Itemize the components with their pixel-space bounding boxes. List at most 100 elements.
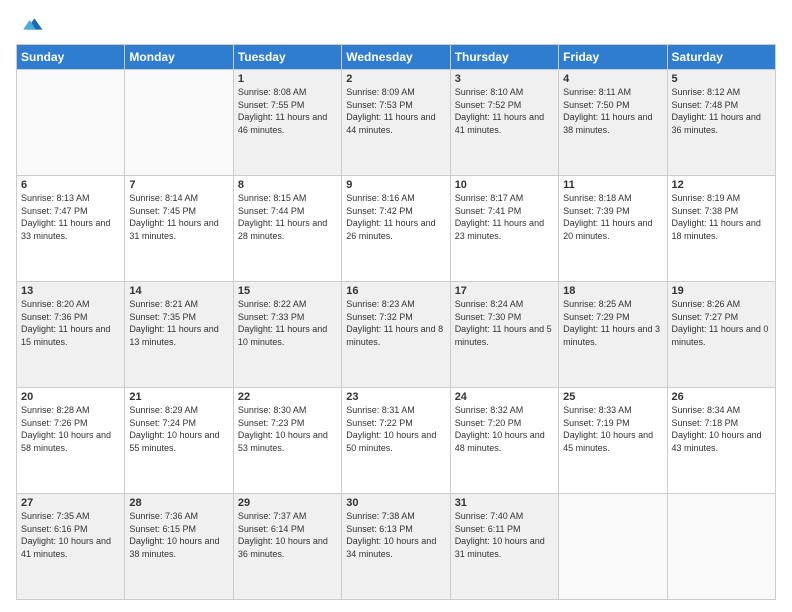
calendar-cell: 16Sunrise: 8:23 AM Sunset: 7:32 PM Dayli… [342, 282, 450, 388]
day-info: Sunrise: 8:19 AM Sunset: 7:38 PM Dayligh… [672, 192, 771, 242]
day-info: Sunrise: 8:28 AM Sunset: 7:26 PM Dayligh… [21, 404, 120, 454]
calendar-cell: 26Sunrise: 8:34 AM Sunset: 7:18 PM Dayli… [667, 388, 775, 494]
day-info: Sunrise: 8:26 AM Sunset: 7:27 PM Dayligh… [672, 298, 771, 348]
calendar-cell: 17Sunrise: 8:24 AM Sunset: 7:30 PM Dayli… [450, 282, 558, 388]
weekday-header-wednesday: Wednesday [342, 45, 450, 70]
day-info: Sunrise: 8:16 AM Sunset: 7:42 PM Dayligh… [346, 192, 445, 242]
calendar-cell: 2Sunrise: 8:09 AM Sunset: 7:53 PM Daylig… [342, 70, 450, 176]
day-number: 19 [672, 285, 771, 297]
week-row: 6Sunrise: 8:13 AM Sunset: 7:47 PM Daylig… [17, 176, 776, 282]
calendar-cell: 12Sunrise: 8:19 AM Sunset: 7:38 PM Dayli… [667, 176, 775, 282]
day-info: Sunrise: 8:09 AM Sunset: 7:53 PM Dayligh… [346, 86, 445, 136]
calendar-cell: 4Sunrise: 8:11 AM Sunset: 7:50 PM Daylig… [559, 70, 667, 176]
calendar-cell [559, 494, 667, 600]
day-info: Sunrise: 8:15 AM Sunset: 7:44 PM Dayligh… [238, 192, 337, 242]
calendar-body: 1Sunrise: 8:08 AM Sunset: 7:55 PM Daylig… [17, 70, 776, 600]
week-row: 27Sunrise: 7:35 AM Sunset: 6:16 PM Dayli… [17, 494, 776, 600]
day-number: 25 [563, 391, 662, 403]
day-info: Sunrise: 8:08 AM Sunset: 7:55 PM Dayligh… [238, 86, 337, 136]
calendar-cell: 21Sunrise: 8:29 AM Sunset: 7:24 PM Dayli… [125, 388, 233, 494]
day-info: Sunrise: 8:24 AM Sunset: 7:30 PM Dayligh… [455, 298, 554, 348]
day-info: Sunrise: 7:40 AM Sunset: 6:11 PM Dayligh… [455, 510, 554, 560]
day-number: 7 [129, 179, 228, 191]
day-number: 31 [455, 497, 554, 509]
day-number: 3 [455, 73, 554, 85]
day-info: Sunrise: 8:13 AM Sunset: 7:47 PM Dayligh… [21, 192, 120, 242]
weekday-header-tuesday: Tuesday [233, 45, 341, 70]
day-number: 14 [129, 285, 228, 297]
weekday-header-thursday: Thursday [450, 45, 558, 70]
weekday-header-sunday: Sunday [17, 45, 125, 70]
calendar-cell: 25Sunrise: 8:33 AM Sunset: 7:19 PM Dayli… [559, 388, 667, 494]
logo [16, 12, 44, 36]
day-number: 30 [346, 497, 445, 509]
day-info: Sunrise: 7:38 AM Sunset: 6:13 PM Dayligh… [346, 510, 445, 560]
calendar-cell: 29Sunrise: 7:37 AM Sunset: 6:14 PM Dayli… [233, 494, 341, 600]
day-number: 6 [21, 179, 120, 191]
day-number: 29 [238, 497, 337, 509]
day-info: Sunrise: 8:20 AM Sunset: 7:36 PM Dayligh… [21, 298, 120, 348]
calendar-cell: 31Sunrise: 7:40 AM Sunset: 6:11 PM Dayli… [450, 494, 558, 600]
day-info: Sunrise: 8:30 AM Sunset: 7:23 PM Dayligh… [238, 404, 337, 454]
day-info: Sunrise: 7:35 AM Sunset: 6:16 PM Dayligh… [21, 510, 120, 560]
day-number: 11 [563, 179, 662, 191]
calendar-cell: 7Sunrise: 8:14 AM Sunset: 7:45 PM Daylig… [125, 176, 233, 282]
day-number: 24 [455, 391, 554, 403]
day-info: Sunrise: 8:22 AM Sunset: 7:33 PM Dayligh… [238, 298, 337, 348]
weekday-header-saturday: Saturday [667, 45, 775, 70]
calendar-cell: 10Sunrise: 8:17 AM Sunset: 7:41 PM Dayli… [450, 176, 558, 282]
calendar-cell: 3Sunrise: 8:10 AM Sunset: 7:52 PM Daylig… [450, 70, 558, 176]
day-number: 23 [346, 391, 445, 403]
calendar-cell: 24Sunrise: 8:32 AM Sunset: 7:20 PM Dayli… [450, 388, 558, 494]
day-number: 15 [238, 285, 337, 297]
day-number: 21 [129, 391, 228, 403]
week-row: 1Sunrise: 8:08 AM Sunset: 7:55 PM Daylig… [17, 70, 776, 176]
weekday-header-friday: Friday [559, 45, 667, 70]
day-info: Sunrise: 8:29 AM Sunset: 7:24 PM Dayligh… [129, 404, 228, 454]
calendar-table: SundayMondayTuesdayWednesdayThursdayFrid… [16, 44, 776, 600]
day-info: Sunrise: 8:31 AM Sunset: 7:22 PM Dayligh… [346, 404, 445, 454]
day-info: Sunrise: 8:32 AM Sunset: 7:20 PM Dayligh… [455, 404, 554, 454]
day-number: 18 [563, 285, 662, 297]
day-info: Sunrise: 8:17 AM Sunset: 7:41 PM Dayligh… [455, 192, 554, 242]
week-row: 13Sunrise: 8:20 AM Sunset: 7:36 PM Dayli… [17, 282, 776, 388]
calendar-cell: 11Sunrise: 8:18 AM Sunset: 7:39 PM Dayli… [559, 176, 667, 282]
day-number: 16 [346, 285, 445, 297]
calendar-cell [667, 494, 775, 600]
day-number: 8 [238, 179, 337, 191]
day-number: 22 [238, 391, 337, 403]
calendar-cell: 27Sunrise: 7:35 AM Sunset: 6:16 PM Dayli… [17, 494, 125, 600]
day-info: Sunrise: 8:11 AM Sunset: 7:50 PM Dayligh… [563, 86, 662, 136]
day-number: 1 [238, 73, 337, 85]
header [16, 12, 776, 36]
day-info: Sunrise: 8:14 AM Sunset: 7:45 PM Dayligh… [129, 192, 228, 242]
day-number: 2 [346, 73, 445, 85]
calendar-cell: 20Sunrise: 8:28 AM Sunset: 7:26 PM Dayli… [17, 388, 125, 494]
weekday-row: SundayMondayTuesdayWednesdayThursdayFrid… [17, 45, 776, 70]
calendar-cell: 14Sunrise: 8:21 AM Sunset: 7:35 PM Dayli… [125, 282, 233, 388]
day-info: Sunrise: 8:12 AM Sunset: 7:48 PM Dayligh… [672, 86, 771, 136]
calendar-cell: 19Sunrise: 8:26 AM Sunset: 7:27 PM Dayli… [667, 282, 775, 388]
day-info: Sunrise: 8:21 AM Sunset: 7:35 PM Dayligh… [129, 298, 228, 348]
weekday-header-monday: Monday [125, 45, 233, 70]
page: SundayMondayTuesdayWednesdayThursdayFrid… [0, 0, 792, 612]
calendar-cell: 1Sunrise: 8:08 AM Sunset: 7:55 PM Daylig… [233, 70, 341, 176]
day-info: Sunrise: 8:34 AM Sunset: 7:18 PM Dayligh… [672, 404, 771, 454]
day-info: Sunrise: 8:33 AM Sunset: 7:19 PM Dayligh… [563, 404, 662, 454]
calendar-cell: 8Sunrise: 8:15 AM Sunset: 7:44 PM Daylig… [233, 176, 341, 282]
day-number: 12 [672, 179, 771, 191]
calendar-cell: 23Sunrise: 8:31 AM Sunset: 7:22 PM Dayli… [342, 388, 450, 494]
calendar-cell: 13Sunrise: 8:20 AM Sunset: 7:36 PM Dayli… [17, 282, 125, 388]
day-number: 28 [129, 497, 228, 509]
day-info: Sunrise: 8:23 AM Sunset: 7:32 PM Dayligh… [346, 298, 445, 348]
day-number: 27 [21, 497, 120, 509]
week-row: 20Sunrise: 8:28 AM Sunset: 7:26 PM Dayli… [17, 388, 776, 494]
day-info: Sunrise: 7:36 AM Sunset: 6:15 PM Dayligh… [129, 510, 228, 560]
calendar-header: SundayMondayTuesdayWednesdayThursdayFrid… [17, 45, 776, 70]
day-number: 26 [672, 391, 771, 403]
day-number: 13 [21, 285, 120, 297]
day-number: 4 [563, 73, 662, 85]
calendar-cell: 6Sunrise: 8:13 AM Sunset: 7:47 PM Daylig… [17, 176, 125, 282]
calendar-cell: 22Sunrise: 8:30 AM Sunset: 7:23 PM Dayli… [233, 388, 341, 494]
calendar-cell: 15Sunrise: 8:22 AM Sunset: 7:33 PM Dayli… [233, 282, 341, 388]
